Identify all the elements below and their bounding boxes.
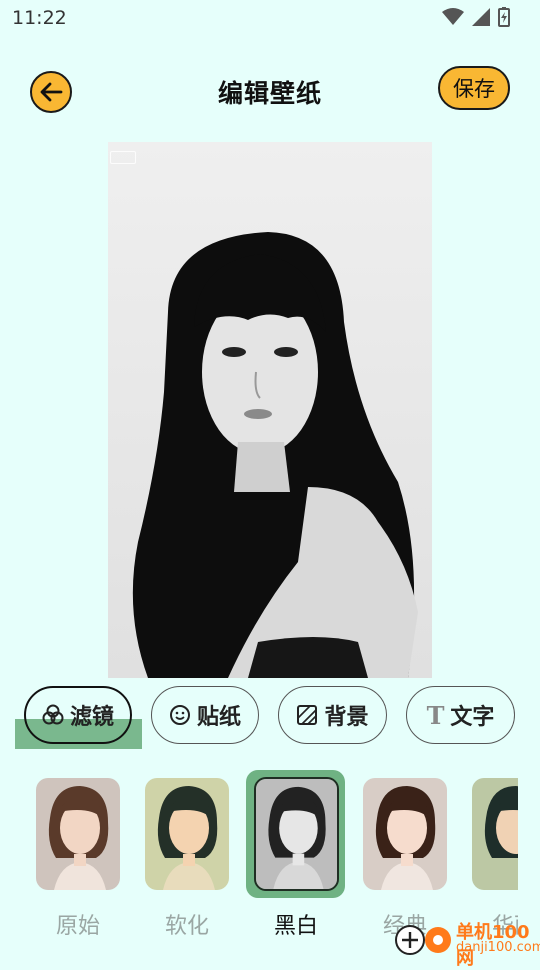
tab-sticker-label: 贴纸 (196, 705, 241, 730)
filter-item-original[interactable]: 原始 (36, 770, 122, 960)
filter-item-soften[interactable]: 软化 (145, 770, 231, 960)
filter-item-bw[interactable]: 黑白 (246, 770, 345, 960)
filter-label: 黑白 (273, 914, 318, 939)
filter-label: 软化 (164, 914, 209, 939)
status-time: 11:22 (12, 7, 67, 29)
tab-background-label: 背景 (324, 705, 369, 730)
small-tag-icon (110, 151, 136, 164)
header: 编辑壁纸 保存 (0, 60, 540, 124)
tab-sticker[interactable]: 贴纸 (151, 686, 259, 744)
filter-thumbnail (363, 778, 447, 890)
edit-tabs: 滤镜 贴纸 背景 T 文字 (0, 686, 540, 746)
tab-text-label: 文字 (450, 705, 495, 730)
wallpaper-preview (108, 142, 432, 678)
filter-circles-icon (42, 704, 64, 725)
smiley-icon (169, 705, 190, 725)
filter-label: 原始 (55, 914, 100, 939)
save-button[interactable]: 保存 (438, 66, 510, 110)
watermark-url: danji100.com (456, 940, 540, 955)
tab-filter[interactable]: 滤镜 (24, 686, 132, 744)
tab-filter-label: 滤镜 (69, 705, 114, 730)
wifi-icon (442, 8, 464, 25)
background-hatch-icon (297, 705, 318, 725)
status-icons (442, 7, 510, 27)
tab-background[interactable]: 背景 (278, 686, 387, 744)
text-T-icon: T (426, 700, 445, 730)
filter-thumbnail (254, 777, 339, 891)
filter-thumbnail (36, 778, 120, 890)
tab-text[interactable]: T 文字 (406, 686, 515, 744)
watermark-logo-icon (395, 925, 451, 955)
site-watermark: 单机100网 danji100.com (392, 918, 540, 969)
portrait-image (108, 142, 432, 678)
cellular-signal-icon (472, 8, 490, 26)
filter-thumbnail (472, 778, 518, 890)
status-bar: 11:22 (0, 0, 540, 36)
battery-icon (498, 7, 510, 27)
filter-thumbnail (145, 778, 229, 890)
